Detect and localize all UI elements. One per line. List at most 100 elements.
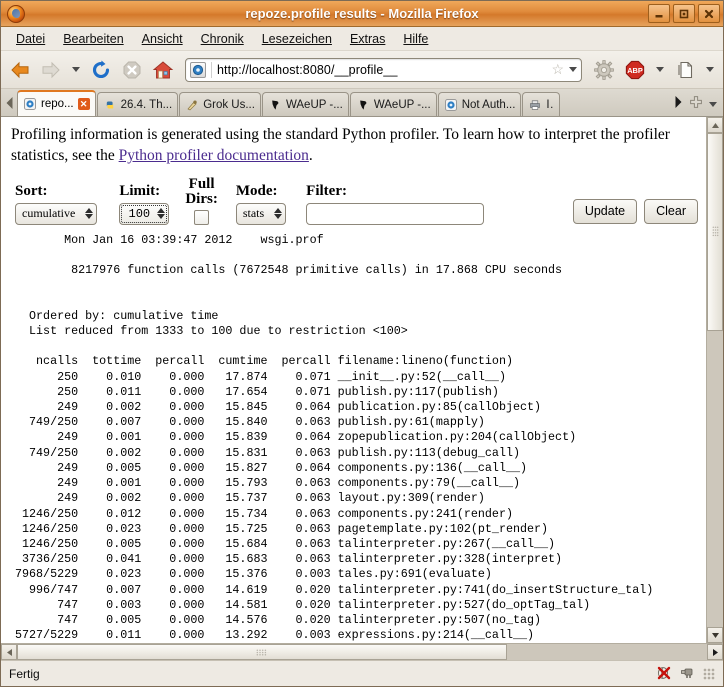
menu-item-label: Ansicht [141, 31, 183, 46]
menu-item-ansicht[interactable]: Ansicht [133, 30, 192, 48]
navigation-toolbar: http://localhost:8080/__profile__ ☆ ABP [1, 51, 723, 89]
tab-printer[interactable]: In( [522, 92, 561, 116]
star-icon[interactable]: ☆ [551, 61, 564, 78]
menu-item-chronik[interactable]: Chronik [192, 30, 253, 48]
menu-item-extras[interactable]: Extras [341, 30, 394, 48]
menu-item-label: Hilfe [403, 31, 429, 46]
update-button[interactable]: Update [572, 198, 638, 224]
africa-favicon [356, 98, 370, 112]
close-icon[interactable]: ✕ [77, 98, 90, 110]
vertical-scrollbar[interactable] [706, 117, 723, 643]
python-profiler-doc-link[interactable]: Python profiler documentation [119, 147, 309, 164]
back-arrow-icon[interactable] [6, 56, 34, 84]
maximize-button[interactable] [673, 4, 695, 23]
tab-grok[interactable]: Grok Us... [179, 92, 261, 116]
menu-item-bearbeiten[interactable]: Bearbeiten [54, 30, 132, 48]
minimize-button[interactable] [648, 4, 670, 23]
vertical-scroll-track[interactable] [707, 133, 723, 627]
intro-paragraph: Profiling information is generated using… [11, 125, 696, 167]
menu-item-label: Lesezeichen [261, 31, 332, 46]
tab-label: 26.4. Th... [120, 98, 173, 111]
adblock-plus-icon[interactable]: ABP [621, 56, 649, 84]
tab-waeup-2[interactable]: WAeUP -... [349, 92, 437, 116]
window-buttons [648, 4, 720, 23]
status-text: Fertig [9, 666, 40, 681]
profiler-output: Mon Jan 16 03:39:47 2012 wsgi.prof 82179… [15, 232, 654, 643]
sort-select-arrows-icon[interactable] [83, 205, 94, 223]
scroll-up-icon[interactable] [707, 117, 723, 133]
scroll-right-icon[interactable] [707, 644, 723, 660]
svg-text:ABP: ABP [627, 66, 643, 75]
clear-button[interactable]: Clear [644, 198, 698, 224]
new-tab-plus-icon[interactable] [689, 95, 703, 114]
menu-item-label: Bearbeiten [63, 31, 124, 46]
chevron-down-icon[interactable] [702, 56, 718, 84]
tab-waeup-1[interactable]: WAeUP -... [261, 92, 349, 116]
horizontal-scrollbar[interactable] [1, 643, 723, 660]
python-favicon [103, 98, 117, 112]
horizontal-scroll-track[interactable] [17, 644, 707, 660]
chevron-down-icon[interactable] [652, 56, 668, 84]
limit-control: Limit: 100 [119, 183, 170, 225]
tab-label: Not Auth... [461, 98, 516, 111]
vertical-scroll-thumb[interactable] [707, 133, 723, 331]
content-area: Profiling information is generated using… [1, 117, 723, 643]
tab-label: repo... [41, 98, 74, 110]
limit-spinner-icon[interactable] [155, 205, 166, 223]
filter-label: Filter: [306, 183, 347, 200]
scroll-left-icon[interactable] [1, 644, 17, 660]
tab-scroll-right-icon[interactable] [673, 95, 683, 114]
status-bar-icons [655, 664, 719, 684]
mode-select[interactable]: stats [235, 202, 287, 225]
limit-input-value: 100 [128, 206, 151, 221]
full-dirs-control: Full Dirs: [185, 175, 218, 225]
reload-icon[interactable] [87, 56, 115, 84]
tab-python-docs[interactable]: 26.4. Th... [96, 92, 179, 116]
tab-scroll-left-icon[interactable] [3, 90, 17, 116]
horizontal-scroll-thumb[interactable] [17, 644, 507, 660]
chevron-down-icon[interactable] [569, 67, 577, 72]
full-dirs-checkbox[interactable] [194, 209, 210, 225]
profiler-controls: Sort: cumulative Limit: 100 Full Dirs: M… [15, 175, 698, 225]
full-dirs-label: Full Dirs: [185, 175, 218, 207]
menu-item-lesezeichen[interactable]: Lesezeichen [253, 30, 341, 48]
tab-not-authorized[interactable]: Not Auth... [437, 92, 522, 116]
profiler-page: Profiling information is generated using… [1, 117, 706, 643]
grok-favicon [185, 98, 199, 112]
globe-favicon [23, 97, 37, 111]
site-identity-icon[interactable] [190, 61, 206, 78]
mode-select-arrows-icon[interactable] [272, 205, 283, 223]
scroll-thumb-grip-icon [256, 649, 267, 655]
sort-select-value: cumulative [22, 206, 76, 221]
chevron-down-icon[interactable] [68, 56, 84, 84]
tab-label: WAeUP -... [285, 98, 343, 111]
window-title: repoze.profile results - Mozilla Firefox [245, 6, 479, 21]
filter-input[interactable] [306, 202, 485, 225]
window-resize-grip-icon[interactable] [703, 667, 715, 680]
tab-list-chevron-icon[interactable] [709, 102, 717, 107]
home-icon[interactable] [149, 56, 177, 84]
url-text[interactable]: http://localhost:8080/__profile__ [217, 63, 551, 77]
noscript-blocked-icon[interactable] [655, 664, 672, 684]
tab-bar: repo... ✕ 26.4. Th... Grok Us... WAeUP -… [1, 89, 723, 117]
menu-item-datei[interactable]: Datei [7, 30, 54, 48]
url-separator [211, 61, 212, 78]
gear-icon[interactable] [590, 56, 618, 84]
limit-label: Limit: [119, 183, 161, 200]
full-dirs-label-line1: Full [188, 175, 215, 192]
menu-item-hilfe[interactable]: Hilfe [394, 30, 437, 48]
scroll-down-icon[interactable] [707, 627, 723, 643]
url-bar[interactable]: http://localhost:8080/__profile__ ☆ [185, 57, 582, 82]
menu-item-label: Extras [349, 31, 386, 46]
sort-select[interactable]: cumulative [15, 202, 98, 225]
sort-control: Sort: cumulative [15, 183, 98, 225]
stop-icon [118, 56, 146, 84]
menu-item-label: Chronik [200, 31, 244, 46]
close-button[interactable] [698, 4, 720, 23]
plugin-icon[interactable] [680, 665, 695, 683]
tab-label: In( [546, 98, 554, 111]
forward-arrow-icon [37, 56, 65, 84]
limit-input[interactable]: 100 [119, 202, 170, 225]
page-document-icon[interactable] [671, 56, 699, 84]
tab-repoze-profile[interactable]: repo... ✕ [17, 90, 96, 116]
